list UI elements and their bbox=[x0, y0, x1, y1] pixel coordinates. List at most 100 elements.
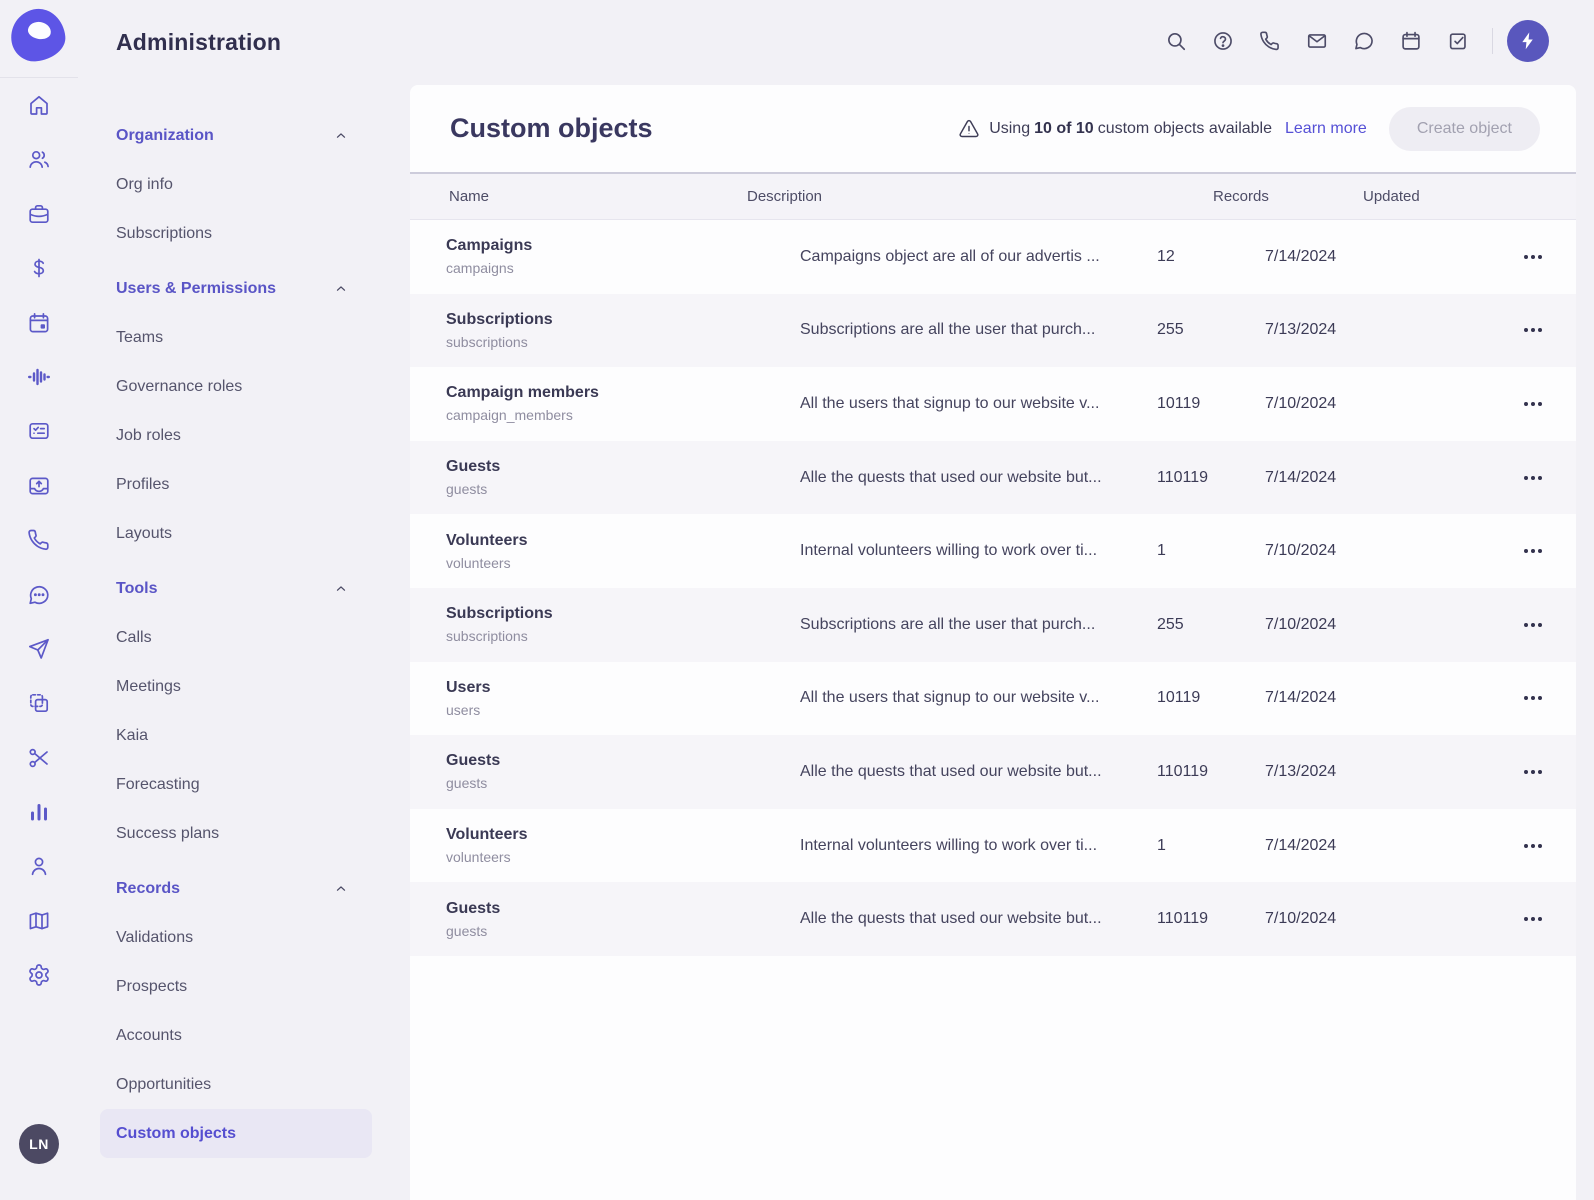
column-header-updated[interactable]: Updated bbox=[1363, 188, 1576, 205]
sidebar-item-job-roles[interactable]: Job roles bbox=[100, 411, 372, 460]
mail-icon[interactable] bbox=[1297, 21, 1337, 61]
phone-icon[interactable] bbox=[24, 525, 54, 555]
map-icon[interactable] bbox=[24, 906, 54, 936]
home-icon[interactable] bbox=[24, 90, 54, 120]
row-actions-menu-icon[interactable] bbox=[1518, 319, 1548, 341]
upload-tray-icon[interactable] bbox=[24, 471, 54, 501]
object-description: Alle the quests that used our website bu… bbox=[800, 910, 1102, 928]
sidebar-item-profiles[interactable]: Profiles bbox=[100, 460, 372, 509]
row-actions-menu-icon[interactable] bbox=[1518, 246, 1548, 268]
row-actions-menu-icon[interactable] bbox=[1518, 835, 1548, 857]
sidebar-item-accounts[interactable]: Accounts bbox=[100, 1011, 372, 1060]
table-row[interactable]: Guests guests Alle the quests that used … bbox=[410, 440, 1576, 515]
row-actions-menu-icon[interactable] bbox=[1518, 540, 1548, 562]
help-icon[interactable] bbox=[1203, 21, 1243, 61]
sidebar-item-prospects[interactable]: Prospects bbox=[100, 962, 372, 1011]
object-description: Alle the quests that used our website bu… bbox=[800, 762, 1102, 780]
sidebar-item-subscriptions[interactable]: Subscriptions bbox=[100, 209, 372, 258]
table-row[interactable]: Subscriptions subscriptions Subscription… bbox=[410, 293, 1576, 368]
calendar-icon[interactable] bbox=[1391, 21, 1431, 61]
chat-dots-icon[interactable] bbox=[24, 580, 54, 610]
table-header: Name Description Records Updated bbox=[410, 172, 1576, 220]
outreach-logo[interactable] bbox=[8, 6, 68, 64]
object-updated-date: 7/10/2024 bbox=[1265, 542, 1337, 560]
row-actions-menu-icon[interactable] bbox=[1518, 393, 1548, 415]
sidebar-section-tools[interactable]: Tools bbox=[78, 565, 410, 613]
chat-icon[interactable] bbox=[1344, 21, 1384, 61]
table-row[interactable]: Guests guests Alle the quests that used … bbox=[410, 882, 1576, 956]
sidebar-section-records[interactable]: Records bbox=[78, 865, 410, 913]
column-header-name[interactable]: Name bbox=[449, 188, 747, 205]
object-description: Internal volunteers willing to work over… bbox=[800, 836, 1098, 854]
lightning-icon[interactable] bbox=[1507, 20, 1549, 62]
dollar-icon[interactable] bbox=[24, 253, 54, 283]
chevron-up-icon bbox=[334, 882, 348, 896]
report-card-icon[interactable] bbox=[24, 416, 54, 446]
sidebar-item-teams[interactable]: Teams bbox=[100, 313, 372, 362]
admin-sidebar: Administration Organization Org info Subsc… bbox=[78, 0, 410, 1158]
usage-notice: Using 10 of 10 custom objects available Le… bbox=[958, 118, 1367, 140]
copy-icon[interactable] bbox=[24, 688, 54, 718]
object-records-count: 1 bbox=[1157, 836, 1166, 854]
sidebar-item-success-plans[interactable]: Success plans bbox=[100, 809, 372, 858]
waveform-icon[interactable] bbox=[24, 362, 54, 392]
object-updated-date: 7/14/2024 bbox=[1265, 247, 1337, 265]
rail-divider bbox=[0, 77, 78, 78]
sidebar-item-kaia[interactable]: Kaia bbox=[100, 711, 372, 760]
sidebar-item-custom-objects[interactable]: Custom objects bbox=[100, 1109, 372, 1158]
topbar-divider bbox=[1492, 28, 1493, 54]
briefcase-icon[interactable] bbox=[24, 199, 54, 229]
object-updated-date: 7/13/2024 bbox=[1265, 321, 1337, 339]
table-row[interactable]: Guests guests Alle the quests that used … bbox=[410, 735, 1576, 809]
sidebar-item-forecasting[interactable]: Forecasting bbox=[100, 760, 372, 809]
topbar bbox=[1149, 20, 1549, 62]
users-icon[interactable] bbox=[24, 144, 54, 174]
table-body: Campaigns campaigns Campaigns object are… bbox=[410, 220, 1576, 956]
object-api-name: guests bbox=[446, 775, 488, 792]
panel-title: Custom objects bbox=[450, 113, 653, 143]
table-row[interactable]: Users users All the users that signup to… bbox=[410, 662, 1576, 736]
sidebar-section-organization[interactable]: Organization bbox=[78, 112, 410, 160]
sidebar-item-validations[interactable]: Validations bbox=[100, 913, 372, 962]
column-header-description[interactable]: Description bbox=[747, 188, 1213, 205]
learn-more-link[interactable]: Learn more bbox=[1285, 120, 1367, 138]
column-header-records[interactable]: Records bbox=[1213, 188, 1363, 205]
table-row[interactable]: Campaign members campaign_members All th… bbox=[410, 367, 1576, 441]
row-actions-menu-icon[interactable] bbox=[1518, 761, 1548, 783]
sidebar-section-users-permissions[interactable]: Users & Permissions bbox=[78, 265, 410, 313]
table-row[interactable]: Subscriptions subscriptions Subscription… bbox=[410, 587, 1576, 662]
sidebar-item-meetings[interactable]: Meetings bbox=[100, 662, 372, 711]
gear-icon[interactable] bbox=[24, 960, 54, 990]
phone-icon[interactable] bbox=[1250, 21, 1290, 61]
object-api-name: volunteers bbox=[446, 554, 511, 571]
search-icon[interactable] bbox=[1156, 21, 1196, 61]
scissors-icon[interactable] bbox=[24, 743, 54, 773]
sidebar-item-org-info[interactable]: Org info bbox=[100, 160, 372, 209]
object-api-name: campaigns bbox=[446, 260, 514, 277]
object-description: Subscriptions are all the user that purc… bbox=[800, 321, 1096, 339]
row-actions-menu-icon[interactable] bbox=[1518, 687, 1548, 709]
sidebar-item-governance-roles[interactable]: Governance roles bbox=[100, 362, 372, 411]
create-object-button[interactable]: Create object bbox=[1388, 106, 1540, 151]
object-name: Users bbox=[446, 678, 491, 696]
table-row[interactable]: Campaigns campaigns Campaigns object are… bbox=[410, 220, 1576, 294]
row-actions-menu-icon[interactable] bbox=[1518, 908, 1548, 930]
calendar-icon[interactable] bbox=[24, 308, 54, 338]
sidebar-item-calls[interactable]: Calls bbox=[100, 613, 372, 662]
tasks-icon[interactable] bbox=[1438, 21, 1478, 61]
object-records-count: 110119 bbox=[1157, 468, 1209, 486]
send-icon[interactable] bbox=[24, 634, 54, 664]
person-icon[interactable] bbox=[24, 851, 54, 881]
sidebar-item-opportunities[interactable]: Opportunities bbox=[100, 1060, 372, 1109]
object-updated-date: 7/14/2024 bbox=[1265, 468, 1337, 486]
sidebar-item-layouts[interactable]: Layouts bbox=[100, 509, 372, 558]
bar-chart-icon[interactable] bbox=[24, 797, 54, 827]
row-actions-menu-icon[interactable] bbox=[1518, 614, 1548, 636]
table-row[interactable]: Volunteers volunteers Internal volunteer… bbox=[410, 514, 1576, 588]
user-avatar[interactable]: LN bbox=[19, 1124, 59, 1164]
table-row[interactable]: Volunteers volunteers Internal volunteer… bbox=[410, 809, 1576, 883]
usage-text: Using 10 of 10 custom objects available bbox=[989, 119, 1272, 137]
object-description: Internal volunteers willing to work over… bbox=[800, 542, 1098, 560]
object-name: Guests bbox=[446, 899, 501, 917]
row-actions-menu-icon[interactable] bbox=[1518, 467, 1548, 489]
